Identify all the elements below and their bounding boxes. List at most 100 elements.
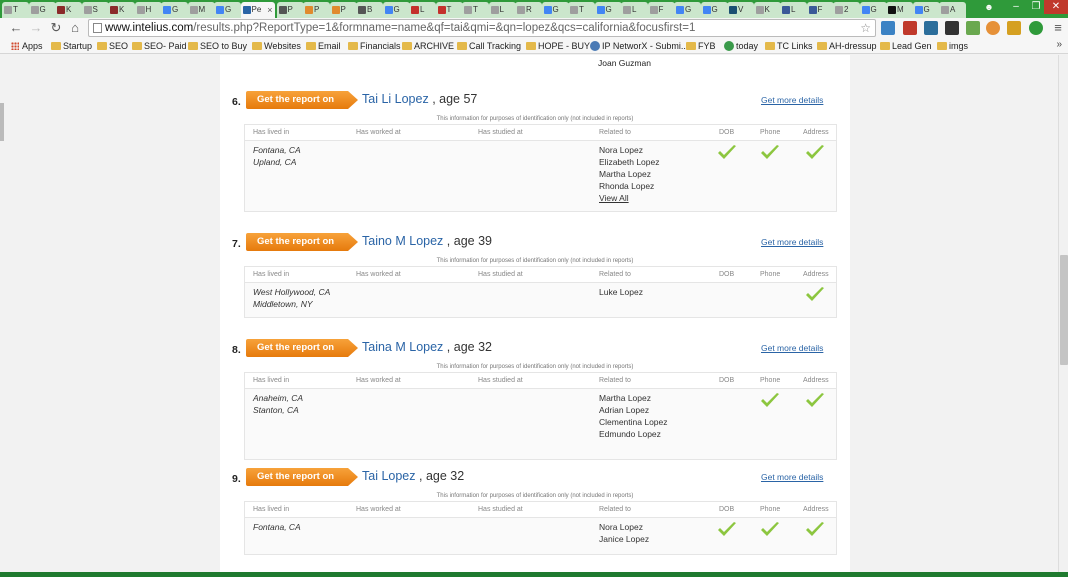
reload-icon[interactable]: ↻	[48, 20, 64, 36]
tab[interactable]: R	[515, 2, 542, 18]
bookmark-ip-networx-submi[interactable]: IP NetworX - Submi...	[590, 40, 688, 52]
tab-label: F	[658, 5, 664, 14]
tab[interactable]: K	[753, 2, 781, 18]
bookmark-ah-dressup[interactable]: AH-dressup	[817, 40, 877, 52]
extension-icon[interactable]	[1029, 21, 1043, 35]
get-report-button[interactable]: Get the report on	[246, 468, 358, 486]
tab-label: R	[526, 5, 532, 14]
bookmark-seo-to-buy[interactable]: SEO to Buy	[188, 40, 247, 52]
bookmark-today[interactable]: today	[724, 40, 758, 52]
tab[interactable]: G	[594, 2, 622, 18]
tab[interactable]: 2	[833, 2, 860, 18]
tab[interactable]: G	[541, 2, 569, 18]
user-profile-icon[interactable]: ☻	[978, 0, 1000, 14]
scrollbar[interactable]	[1058, 55, 1068, 572]
tab-active[interactable]: Pe ×	[240, 2, 275, 18]
bookmark-label: SEO	[109, 41, 129, 51]
extension-icon[interactable]	[986, 21, 1000, 35]
bookmark-lead-gen[interactable]: Lead Gen	[880, 40, 932, 52]
tab[interactable]: L	[621, 2, 648, 18]
get-report-button[interactable]: Get the report on	[246, 339, 358, 357]
bookmark-websites[interactable]: Websites	[252, 40, 301, 52]
tab[interactable]: G	[214, 2, 241, 18]
forward-icon[interactable]: →	[28, 20, 44, 36]
tab[interactable]: G	[161, 2, 188, 18]
extension-icon[interactable]	[1007, 21, 1021, 35]
bookmark-star-icon[interactable]: ☆	[860, 20, 871, 36]
person-name-link[interactable]: Taino M Lopez	[362, 234, 443, 248]
bookmark-financials[interactable]: Financials	[348, 40, 401, 52]
address-check-icon	[806, 522, 824, 536]
tab-favicon-icon	[4, 6, 12, 14]
tab[interactable]: M	[886, 2, 913, 18]
bookmark-imgs[interactable]: imgs	[937, 40, 968, 52]
tab[interactable]: K	[55, 2, 82, 18]
tab[interactable]: A	[939, 2, 966, 18]
bookmark-label: Apps	[22, 41, 43, 51]
tab[interactable]: T	[462, 2, 489, 18]
tab[interactable]: P	[276, 2, 304, 18]
tab[interactable]: G	[28, 2, 56, 18]
person-name-link[interactable]: Tai Li Lopez	[362, 92, 429, 106]
bookmarks-overflow-icon[interactable]: »	[1056, 39, 1062, 50]
address-bar[interactable]: www.intelius.com/results.php?ReportType=…	[88, 19, 876, 37]
bookmark-tc-links[interactable]: TC Links	[765, 40, 813, 52]
bookmark-fyb[interactable]: FYB	[686, 40, 716, 52]
tab[interactable]: G	[382, 2, 410, 18]
tab[interactable]: G	[912, 2, 940, 18]
tab[interactable]: T	[2, 2, 29, 18]
bookmark-archive[interactable]: ARCHIVE	[402, 40, 454, 52]
close-window-button[interactable]: ✕	[1044, 0, 1068, 14]
bookmark-hope-buy[interactable]: HOPE - BUY	[526, 40, 590, 52]
bookmark-email[interactable]: Email	[306, 40, 341, 52]
bookmark-seo[interactable]: SEO	[97, 40, 128, 52]
tab[interactable]: L	[409, 2, 436, 18]
get-report-button[interactable]: Get the report on	[246, 91, 358, 109]
tab[interactable]: S	[81, 2, 109, 18]
person-name-link[interactable]: Taina M Lopez	[362, 340, 443, 354]
extension-icon[interactable]	[924, 21, 938, 35]
extension-icon[interactable]	[945, 21, 959, 35]
get-more-details-link[interactable]: Get more details	[761, 472, 823, 482]
tab[interactable]: G	[700, 2, 728, 18]
tab[interactable]: P	[329, 2, 357, 18]
bookmark-apps[interactable]: Apps	[10, 40, 43, 52]
get-report-label: Get the report on	[257, 94, 335, 105]
column-header: Related to	[599, 377, 631, 384]
tab[interactable]: F	[647, 2, 675, 18]
home-icon[interactable]: ⌂	[67, 20, 83, 36]
tab[interactable]: P	[303, 2, 330, 18]
tab[interactable]: V	[727, 2, 754, 18]
menu-icon[interactable]: ≡	[1050, 20, 1066, 36]
get-more-details-link[interactable]: Get more details	[761, 343, 823, 353]
get-more-details-link[interactable]: Get more details	[761, 95, 823, 105]
tab[interactable]: H	[134, 2, 162, 18]
tab[interactable]: G	[674, 2, 701, 18]
scrollbar-thumb[interactable]	[1060, 255, 1068, 365]
tab[interactable]: B	[356, 2, 383, 18]
get-more-details-link[interactable]: Get more details	[761, 237, 823, 247]
tab[interactable]: L	[780, 2, 807, 18]
back-icon[interactable]: ←	[8, 20, 24, 36]
extension-icon[interactable]	[903, 21, 917, 35]
tab[interactable]: F	[806, 2, 834, 18]
tab[interactable]: L	[488, 2, 516, 18]
tab[interactable]: T	[435, 2, 463, 18]
identification-disclaimer: This information for purposes of identif…	[436, 258, 634, 264]
tab[interactable]: G	[859, 2, 887, 18]
folder-icon	[97, 42, 107, 50]
get-report-button[interactable]: Get the report on	[246, 233, 358, 251]
extension-icon[interactable]	[966, 21, 980, 35]
tab-favicon-icon	[305, 6, 313, 14]
tab-close-icon[interactable]: ×	[267, 2, 272, 18]
tab[interactable]: M	[187, 2, 215, 18]
view-all-link[interactable]: View All	[599, 192, 629, 204]
tab-favicon-icon	[888, 6, 896, 14]
bookmark-startup[interactable]: Startup	[51, 40, 92, 52]
tab[interactable]: T	[568, 2, 595, 18]
tab[interactable]: K	[108, 2, 135, 18]
bookmark-seo-paid[interactable]: SEO- Paid	[132, 40, 187, 52]
person-name-link[interactable]: Tai Lopez	[362, 469, 416, 483]
bookmark-call-tracking[interactable]: Call Tracking	[457, 40, 521, 52]
extension-icon[interactable]	[881, 21, 895, 35]
